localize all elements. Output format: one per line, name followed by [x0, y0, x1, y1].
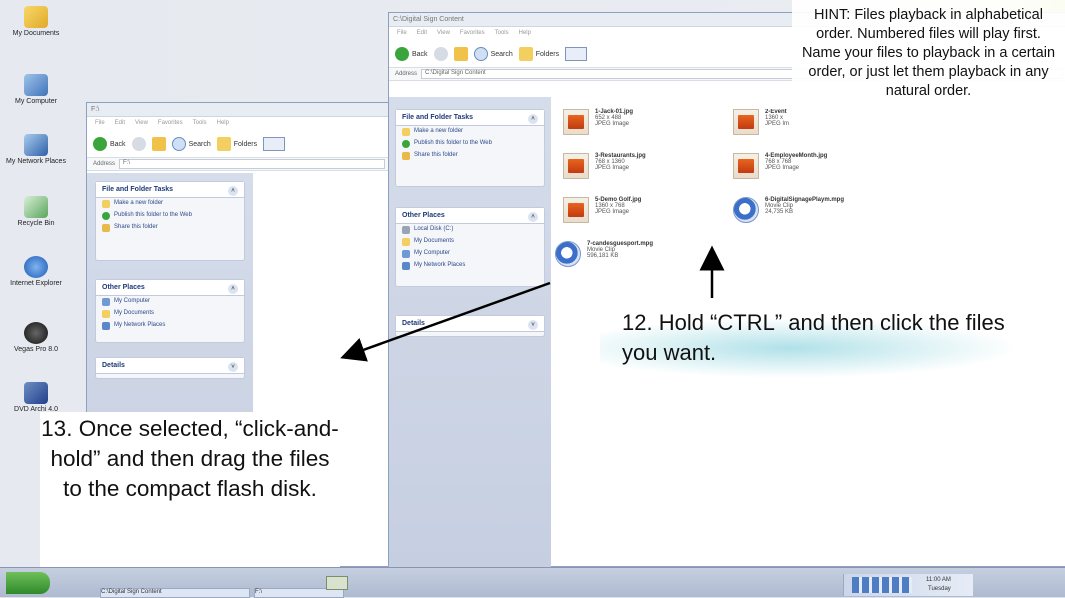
taskbar: C:\Digital Sign Content F:\ EN 11:00 AM …: [0, 567, 1065, 598]
arrow-drag-to-left-window: [340, 281, 551, 362]
quick-launch-icon[interactable]: [326, 576, 348, 590]
tray-icons[interactable]: [852, 577, 912, 593]
start-button[interactable]: [6, 572, 50, 594]
annotation-arrows: [340, 245, 725, 362]
system-tray: 11:00 AM Tuesday: [843, 574, 973, 596]
tray-day: Tuesday: [928, 586, 951, 592]
tray-clock[interactable]: 11:00 AM: [926, 577, 951, 583]
